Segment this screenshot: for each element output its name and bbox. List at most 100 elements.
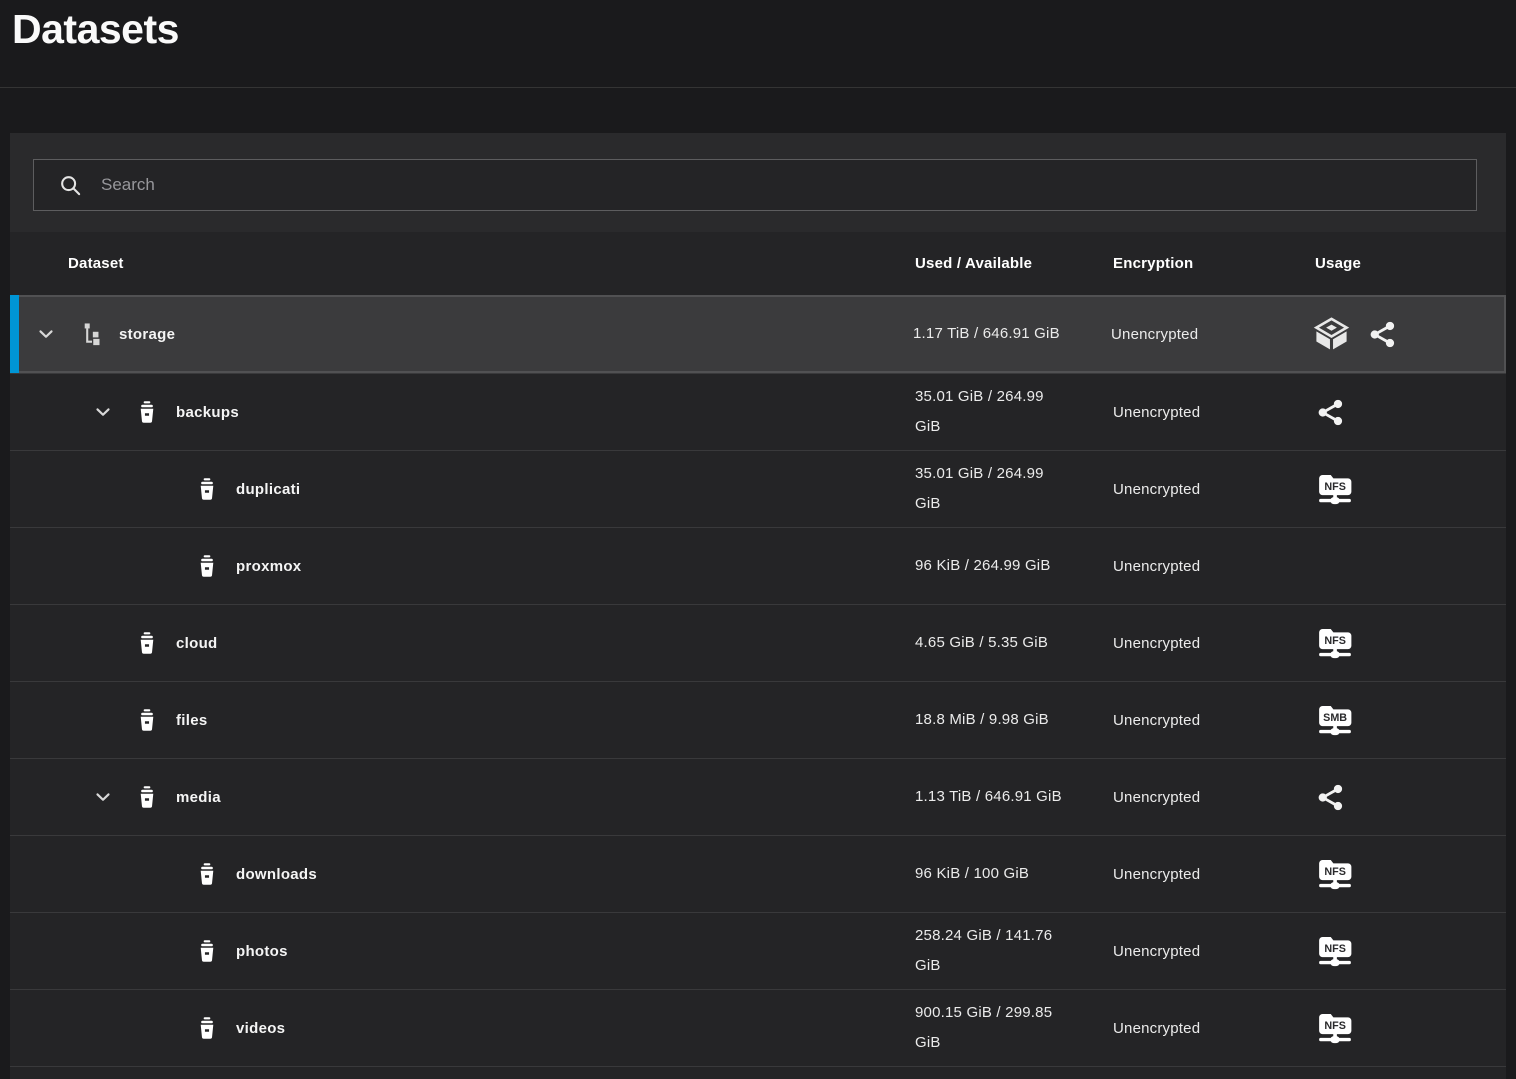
svg-text:NFS: NFS [1324, 635, 1346, 647]
dataset-icon [134, 630, 160, 657]
svg-text:NFS: NFS [1324, 1020, 1346, 1032]
table-row[interactable]: storage 1.17 TiB / 646.91 GiBUnencrypted [10, 295, 1506, 373]
nfs-icon: NFS [1315, 857, 1355, 891]
dataset-name: videos [236, 1020, 285, 1037]
encryption-value: Unencrypted [1113, 866, 1315, 883]
share-icon [1315, 782, 1346, 813]
svg-text:NFS: NFS [1324, 866, 1346, 878]
cube-icon [1313, 317, 1350, 351]
encryption-value: Unencrypted [1113, 558, 1315, 575]
encryption-value: Unencrypted [1113, 481, 1315, 498]
title-bar: Datasets [0, 0, 1516, 88]
dataset-cell: photos [10, 913, 915, 989]
dataset-cell: cloud [10, 605, 915, 681]
encryption-value: Unencrypted [1113, 635, 1315, 652]
usage-cell: NFS [1315, 857, 1506, 891]
dataset-icon [194, 861, 220, 888]
smb-icon: SMB [1315, 703, 1355, 737]
used-available-value: 900.15 GiB / 299.85 GiB [915, 998, 1113, 1058]
dataset-name: files [176, 712, 208, 729]
table-row[interactable]: media 1.13 TiB / 646.91 GiBUnencrypted [10, 758, 1506, 835]
chevron-down-icon[interactable] [35, 323, 77, 345]
table-header: Dataset Used / Available Encryption Usag… [10, 232, 1506, 295]
table-row[interactable]: files 18.8 MiB / 9.98 GiBUnencrypted SMB [10, 681, 1506, 758]
datasets-panel: Dataset Used / Available Encryption Usag… [10, 133, 1506, 1079]
column-header-used-available: Used / Available [915, 255, 1113, 272]
table-body: storage1.17 TiB / 646.91 GiBUnencryptedb… [10, 295, 1506, 1066]
encryption-value: Unencrypted [1113, 712, 1315, 729]
svg-text:NFS: NFS [1324, 943, 1346, 955]
dataset-cell: videos [10, 990, 915, 1066]
table-end-row [10, 1066, 1506, 1079]
used-available-value: 35.01 GiB / 264.99 GiB [915, 459, 1113, 519]
table-row[interactable]: downloads 96 KiB / 100 GiBUnencrypted NFS [10, 835, 1506, 912]
usage-cell [1315, 782, 1506, 813]
encryption-value: Unencrypted [1113, 943, 1315, 960]
share-icon [1367, 319, 1398, 350]
dataset-name: duplicati [236, 481, 300, 498]
dataset-icon [194, 553, 220, 580]
usage-cell [1313, 317, 1504, 351]
dataset-cell: downloads [10, 836, 915, 912]
column-header-usage: Usage [1315, 255, 1506, 272]
page-title: Datasets [12, 6, 179, 53]
dataset-cell: proxmox [10, 528, 915, 604]
svg-text:NFS: NFS [1324, 481, 1346, 493]
column-header-encryption: Encryption [1113, 255, 1315, 272]
chevron-down-icon[interactable] [92, 401, 134, 423]
dataset-name: backups [176, 404, 239, 421]
search-icon [58, 173, 83, 198]
usage-cell: NFS [1315, 626, 1506, 660]
nfs-icon: NFS [1315, 934, 1355, 968]
usage-cell: NFS [1315, 472, 1506, 506]
used-available-value: 1.17 TiB / 646.91 GiB [913, 319, 1111, 349]
table-row[interactable]: backups35.01 GiB / 264.99 GiBUnencrypted [10, 373, 1506, 450]
dataset-icon [134, 399, 160, 426]
used-available-value: 18.8 MiB / 9.98 GiB [915, 705, 1113, 735]
table-row[interactable]: proxmox 96 KiB / 264.99 GiBUnencrypted [10, 527, 1506, 604]
dataset-icon [194, 1015, 220, 1042]
used-available-value: 1.13 TiB / 646.91 GiB [915, 782, 1113, 812]
nfs-icon: NFS [1315, 1011, 1355, 1045]
dataset-name: media [176, 789, 221, 806]
encryption-value: Unencrypted [1113, 404, 1315, 421]
dataset-name: downloads [236, 866, 317, 883]
share-icon [1315, 397, 1346, 428]
used-available-value: 96 KiB / 264.99 GiB [915, 551, 1113, 581]
table-row[interactable]: cloud 4.65 GiB / 5.35 GiBUnencrypted NFS [10, 604, 1506, 681]
dataset-cell: duplicati [10, 451, 915, 527]
nfs-icon: NFS [1315, 626, 1355, 660]
usage-cell [1315, 397, 1506, 428]
dataset-name: proxmox [236, 558, 301, 575]
dataset-name: cloud [176, 635, 218, 652]
table-row[interactable]: photos 258.24 GiB / 141.76 GiBUnencrypted… [10, 912, 1506, 989]
usage-cell: SMB [1315, 703, 1506, 737]
dataset-cell: storage [12, 297, 913, 371]
encryption-value: Unencrypted [1113, 789, 1315, 806]
nfs-icon: NFS [1315, 472, 1355, 506]
dataset-cell: media [10, 759, 915, 835]
dataset-icon [134, 784, 160, 811]
usage-cell: NFS [1315, 1011, 1506, 1045]
dataset-cell: files [10, 682, 915, 758]
used-available-value: 4.65 GiB / 5.35 GiB [915, 628, 1113, 658]
table-row[interactable]: duplicati 35.01 GiB / 264.99 GiBUnencrypt… [10, 450, 1506, 527]
usage-cell: NFS [1315, 934, 1506, 968]
chevron-down-icon[interactable] [92, 786, 134, 808]
dataset-name: storage [119, 326, 175, 343]
search-input[interactable] [83, 160, 1476, 210]
encryption-value: Unencrypted [1111, 326, 1313, 343]
dataset-name: photos [236, 943, 288, 960]
dataset-icon [194, 476, 220, 503]
used-available-value: 258.24 GiB / 141.76 GiB [915, 921, 1113, 981]
used-available-value: 96 KiB / 100 GiB [915, 859, 1113, 889]
dataset-icon [134, 707, 160, 734]
table-row[interactable]: videos 900.15 GiB / 299.85 GiBUnencrypted… [10, 989, 1506, 1066]
search-strip [10, 133, 1506, 232]
dataset-root-icon [77, 322, 103, 347]
search-box [33, 159, 1477, 211]
encryption-value: Unencrypted [1113, 1020, 1315, 1037]
svg-text:SMB: SMB [1323, 712, 1347, 724]
dataset-cell: backups [10, 374, 915, 450]
dataset-icon [194, 938, 220, 965]
